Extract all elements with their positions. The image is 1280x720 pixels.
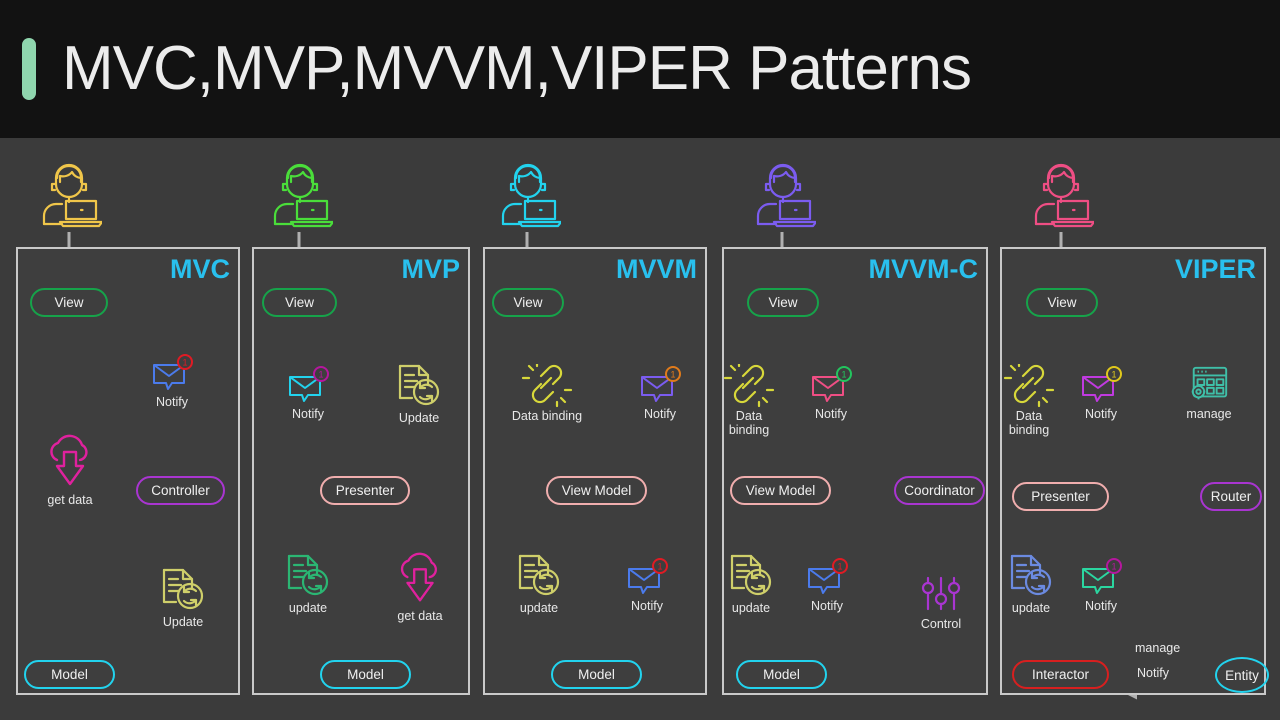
user-avatar-mvvm: [495, 160, 563, 235]
node-controller-mvc[interactable]: Controller: [136, 476, 225, 505]
icon-caption: Update: [162, 615, 204, 629]
icon-update-viper: update: [1000, 552, 1062, 616]
node-model-mvvmc[interactable]: Model: [736, 660, 827, 689]
node-presenter-viper[interactable]: Presenter: [1012, 482, 1109, 511]
icon-notify-top-mvvm: 1 Notify: [629, 364, 691, 422]
icon-get-data-mvp: get data: [389, 550, 451, 624]
panel-title-mvp: MVP: [401, 254, 460, 284]
icon-caption: Data binding: [728, 409, 770, 437]
icon-caption: Notify: [1085, 407, 1117, 421]
user-avatar-mvvmc: [750, 160, 818, 235]
icon-caption: get data: [47, 493, 93, 507]
icon-caption: Notify: [292, 407, 324, 421]
accent-bar: [22, 38, 36, 100]
icon-update-top-mvp: Update: [388, 362, 450, 426]
icon-notify-bottom-mvvm: 1 Notify: [616, 556, 678, 614]
icon-caption: Data binding: [1008, 409, 1050, 437]
icon-manage-viper: manage: [1178, 364, 1240, 422]
icon-caption: Notify: [156, 395, 188, 409]
node-router-viper[interactable]: Router: [1200, 482, 1262, 511]
svg-text:1: 1: [841, 370, 846, 380]
node-view-model-mvvm[interactable]: View Model: [546, 476, 647, 505]
icon-notify-mvc: 1 Notify: [140, 352, 204, 410]
node-model-mvc[interactable]: Model: [24, 660, 115, 689]
edge-label-notify-viper: Notify: [1137, 666, 1169, 680]
node-model-mvp[interactable]: Model: [320, 660, 411, 689]
svg-text:1: 1: [1111, 562, 1116, 572]
panel-title-mvc: MVC: [170, 254, 230, 284]
node-entity-viper[interactable]: Entity: [1215, 657, 1269, 693]
icon-caption: Control: [920, 617, 962, 631]
icon-notify-bottom-mvvmc: 1 Notify: [796, 556, 858, 614]
icon-caption: Notify: [811, 599, 843, 613]
icon-caption: get data: [397, 609, 443, 623]
node-presenter-mvp[interactable]: Presenter: [320, 476, 410, 505]
icon-update-mvvmc: update: [720, 552, 782, 616]
icon-update-mvvm: update: [508, 552, 570, 616]
edge-label-manage-viper: manage: [1135, 641, 1181, 655]
icon-caption: manage: [1186, 407, 1232, 421]
node-view-mvvmc[interactable]: View: [747, 288, 819, 317]
panel-title-mvvmc: MVVM-C: [868, 254, 979, 284]
node-model-mvvm[interactable]: Model: [551, 660, 642, 689]
node-view-mvp[interactable]: View: [262, 288, 337, 317]
node-view-model-mvvmc[interactable]: View Model: [730, 476, 831, 505]
svg-text:1: 1: [1111, 370, 1116, 380]
icon-notify-top-mvvmc: 1 Notify: [800, 364, 862, 422]
icon-update-mvp: update: [277, 552, 339, 616]
icon-caption: update: [1011, 601, 1051, 615]
svg-text:1: 1: [837, 562, 842, 572]
svg-text:1: 1: [670, 370, 675, 380]
icon-control-mvvmc: Control: [910, 574, 972, 632]
page-title: MVC,MVP,MVVM,VIPER Patterns: [62, 34, 972, 103]
user-avatar-viper: [1028, 160, 1096, 235]
icon-notify-mvp: 1 Notify: [277, 364, 339, 422]
node-view-mvvm[interactable]: View: [492, 288, 564, 317]
icon-caption: Notify: [1085, 599, 1117, 613]
icon-caption: Notify: [631, 599, 663, 613]
icon-caption: update: [519, 601, 559, 615]
icon-data-binding-viper: Data binding: [998, 364, 1060, 437]
icon-notify-bottom-viper: 1 Notify: [1070, 556, 1132, 614]
icon-caption: Notify: [815, 407, 847, 421]
svg-text:1: 1: [657, 562, 662, 572]
icon-caption: Update: [398, 411, 440, 425]
node-view-viper[interactable]: View: [1026, 288, 1098, 317]
user-avatar-mvp: [267, 160, 335, 235]
node-view-mvc[interactable]: View: [30, 288, 108, 317]
icon-caption: update: [731, 601, 771, 615]
node-interactor-viper[interactable]: Interactor: [1012, 660, 1109, 689]
panel-title-viper: VIPER: [1174, 254, 1256, 284]
user-avatar-mvc: [36, 160, 104, 235]
icon-caption: update: [288, 601, 328, 615]
icon-data-binding-mvvm: Data binding: [506, 364, 588, 424]
icon-get-data-mvc: get data: [38, 432, 102, 508]
page-header: MVC,MVP,MVVM,VIPER Patterns: [0, 0, 1280, 138]
icon-caption: Notify: [644, 407, 676, 421]
node-coordinator-mvvmc[interactable]: Coordinator: [894, 476, 985, 505]
panel-title-mvvm: MVVM: [616, 254, 697, 284]
svg-text:1: 1: [318, 370, 323, 380]
icon-data-binding-mvvmc: Data binding: [718, 364, 780, 437]
icon-notify-top-viper: 1 Notify: [1070, 364, 1132, 422]
icon-update-mvc: Update: [152, 566, 214, 630]
icon-caption: Data binding: [511, 409, 583, 423]
svg-text:1: 1: [182, 358, 187, 368]
